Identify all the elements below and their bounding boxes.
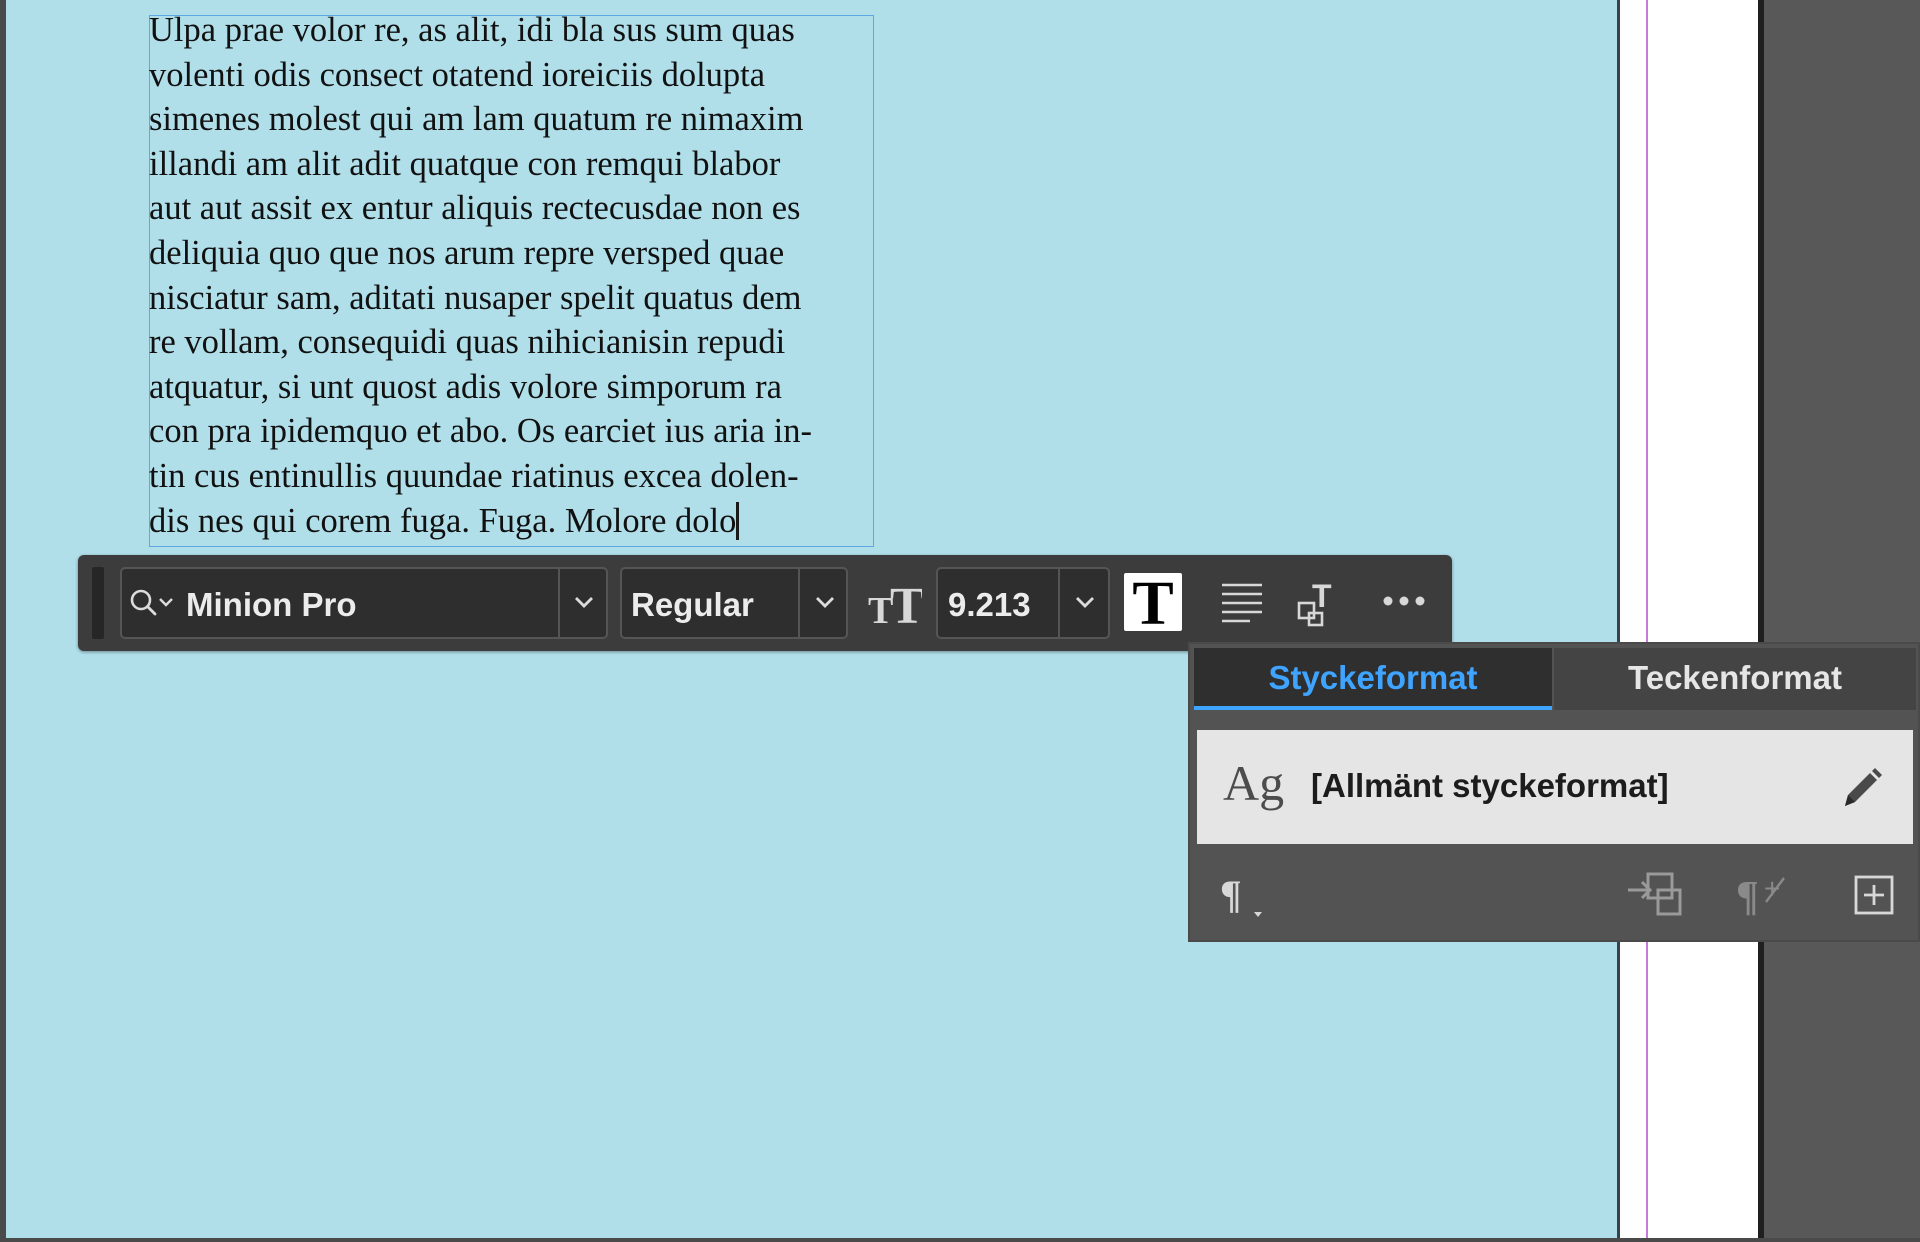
- style-list-item[interactable]: Ag [Allmänt styckeformat]: [1197, 730, 1913, 844]
- contextual-task-bar: Minion Pro Regular T T 9.213 T T: [78, 555, 1452, 651]
- style-name: [Allmänt styckeformat]: [1311, 767, 1669, 804]
- paragraph-menu-icon[interactable]: ¶: [1220, 876, 1270, 920]
- chevron-down-icon[interactable]: [1072, 589, 1098, 615]
- svg-text:T: T: [890, 578, 922, 629]
- svg-text:T: T: [1132, 573, 1173, 631]
- align-justify-icon[interactable]: [1220, 581, 1264, 623]
- character-formatting-button[interactable]: T: [1124, 570, 1182, 638]
- search-icon: [130, 589, 173, 616]
- drag-handle[interactable]: [92, 567, 104, 639]
- frame-fitting-icon[interactable]: T: [1296, 577, 1344, 627]
- tab-paragraph-styles[interactable]: Styckeformat: [1194, 648, 1552, 710]
- apply-style-icon[interactable]: [1626, 870, 1686, 922]
- font-family-field[interactable]: Minion Pro: [120, 567, 608, 639]
- story-line: simenes molest qui am lam quatum re nima…: [149, 100, 804, 139]
- chevron-down-icon[interactable]: [571, 589, 597, 615]
- font-size-field[interactable]: 9.213: [936, 567, 1110, 639]
- field-separator: [558, 569, 560, 637]
- edit-style-pencil-icon[interactable]: [1837, 764, 1885, 812]
- story-text[interactable]: Ulpa prae volor re, as alit, idi bla sus…: [149, 8, 889, 543]
- new-style-icon[interactable]: [1853, 874, 1895, 916]
- font-family-value: Minion Pro: [186, 586, 357, 623]
- story-line: Ulpa prae volor re, as alit, idi bla sus…: [149, 11, 795, 49]
- field-separator: [798, 569, 800, 637]
- svg-text:+: +: [1764, 873, 1780, 904]
- story-line: nisciatur sam, aditati nusaper spelit qu…: [149, 278, 802, 317]
- font-style-field[interactable]: Regular: [620, 567, 848, 639]
- text-cursor: [736, 501, 740, 540]
- story-line: tin cus entinullis quundae riatinus exce…: [149, 456, 799, 495]
- character-formatting-icon: T: [1132, 570, 1173, 638]
- page-bottom-edge: [0, 1238, 1920, 1242]
- field-separator: [1058, 569, 1060, 637]
- page-right-edge: [1617, 0, 1620, 1242]
- font-size-value: 9.213: [948, 586, 1031, 623]
- clear-overrides-icon[interactable]: ¶ +: [1736, 872, 1796, 920]
- story-line: illandi am alit adit quatque con remqui …: [149, 144, 781, 183]
- chevron-down-icon[interactable]: [812, 589, 838, 615]
- story-line: volenti odis consect otatend ioreiciis d…: [149, 55, 766, 94]
- pasteboard-divider: [1758, 0, 1764, 1242]
- story-line: dis nes qui corem fuga. Fuga. Molore dol…: [149, 501, 737, 540]
- more-options-icon[interactable]: [1382, 593, 1426, 609]
- story-line: aut aut assit ex entur aliquis rectecusd…: [149, 189, 801, 228]
- styles-panel: Styckeformat Teckenformat Ag [Allmänt st…: [1188, 642, 1920, 942]
- font-size-icon: T T: [868, 578, 922, 629]
- story-line: deliquia quo que nos arum repre versped …: [149, 233, 785, 272]
- style-preview: Ag: [1223, 755, 1285, 811]
- page-left-edge: [0, 0, 6, 1242]
- margin-guide: [1646, 0, 1648, 1242]
- story-line: atquatur, si unt quost adis volore simpo…: [149, 367, 782, 406]
- story-line: con pra ipidemquo et abo. Os earciet ius…: [149, 412, 812, 451]
- pasteboard-dark-area: [1758, 0, 1920, 1242]
- svg-text:¶: ¶: [1220, 876, 1242, 917]
- font-style-value: Regular: [631, 586, 754, 623]
- story-line: re vollam, consequidi quas nihicianisin …: [149, 323, 786, 362]
- svg-text:¶: ¶: [1736, 874, 1759, 920]
- tab-character-styles[interactable]: Teckenformat: [1554, 648, 1916, 710]
